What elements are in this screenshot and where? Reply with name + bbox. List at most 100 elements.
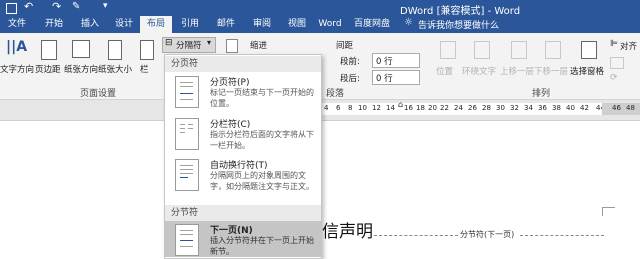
- align-button[interactable]: ⊫ 对齐: [608, 39, 640, 52]
- size-label: 纸张大小: [98, 65, 133, 75]
- ruler-tick: 48: [626, 104, 635, 112]
- breaks-dropdown-menu: 分页符 分页符(P) 标记一页结束与下一页开始的位置。 分栏符(C) 指示分栏符…: [164, 54, 322, 259]
- tab-review[interactable]: 审阅: [244, 16, 280, 33]
- page-breaks-header: 分页符: [165, 56, 321, 72]
- ruler-tick: 8: [348, 104, 353, 112]
- ruler-tick: 4: [324, 104, 329, 112]
- lightbulb-icon: ☼: [404, 17, 413, 28]
- tab-mailings[interactable]: 邮件: [208, 16, 244, 33]
- send-backward-icon: [545, 41, 561, 59]
- tab-layout[interactable]: 布局: [140, 16, 172, 33]
- send-backward-button[interactable]: 下移一层: [534, 39, 570, 79]
- next-page-section-icon: [175, 224, 199, 256]
- indent-label: 缩进: [250, 41, 268, 51]
- ruler-tick: 40: [566, 104, 575, 112]
- format-painter-icon[interactable]: ✎: [72, 1, 80, 12]
- section-breaks-header: 分节符: [165, 205, 321, 221]
- spacing-before-input[interactable]: 0 行: [372, 53, 420, 68]
- bring-forward-button[interactable]: 上移一层: [500, 39, 536, 79]
- columns-button[interactable]: 栏: [136, 37, 156, 77]
- menu-item-next-page[interactable]: 下一页(N) 插入分节符并在下一页上开始新节。: [165, 221, 321, 257]
- ruler-tick: 6: [336, 104, 341, 112]
- indent-marker-icon[interactable]: ⌂: [398, 100, 403, 109]
- wrap-text-icon: [474, 41, 490, 59]
- ruler-tick: 36: [538, 104, 547, 112]
- breaks-button[interactable]: ⊟ 分隔符 ▾: [162, 37, 216, 53]
- align-icon: ⊫: [610, 39, 618, 49]
- ruler-tick: 26: [468, 104, 477, 112]
- group-icon[interactable]: [610, 57, 624, 69]
- ruler-tick: 22: [440, 104, 449, 112]
- ruler-track: [320, 103, 640, 115]
- tab-references[interactable]: 引用: [172, 16, 208, 33]
- tab-word[interactable]: Word: [312, 16, 348, 33]
- arrange-group-label: 排列: [532, 89, 551, 99]
- tab-baidu-netdisk[interactable]: 百度网盘: [348, 16, 396, 33]
- margin-corner-mark: [602, 207, 615, 216]
- undo-icon[interactable]: ↶: [24, 0, 33, 13]
- text-wrapping-break-icon: [175, 159, 199, 191]
- margins-button[interactable]: 页边距: [34, 37, 62, 77]
- orientation-label: 纸张方向: [64, 65, 99, 75]
- redo-icon[interactable]: ↷: [52, 0, 61, 13]
- spacing-before-label: 段前:: [340, 57, 360, 67]
- ruler-tick: 14: [386, 104, 395, 112]
- spacing-label: 间距: [336, 41, 354, 51]
- ruler-tick: 38: [552, 104, 561, 112]
- orientation-icon: [72, 40, 90, 58]
- columns-label: 栏: [140, 65, 149, 75]
- tab-insert[interactable]: 插入: [72, 16, 108, 33]
- wrap-text-button[interactable]: 环绕文字: [462, 39, 500, 79]
- tab-home[interactable]: 开始: [36, 16, 72, 33]
- ruler-tick: 18: [416, 104, 425, 112]
- document-text: 信声明: [322, 222, 373, 242]
- section-break-line-left: [374, 235, 458, 236]
- bring-forward-label: 上移一层: [500, 67, 535, 77]
- selection-pane-button[interactable]: 选择窗格: [570, 39, 606, 79]
- spacing-after-value: 0 行: [376, 74, 393, 84]
- customize-quick-access-icon[interactable]: ▾: [103, 1, 108, 11]
- tab-view[interactable]: 视图: [280, 16, 314, 33]
- tell-me-search[interactable]: 告诉我你想要做什么: [418, 18, 499, 31]
- menu-item-description: 插入分节符并在下一页上开始新节。: [210, 236, 314, 256]
- save-icon[interactable]: [6, 3, 17, 14]
- orientation-button[interactable]: 纸张方向: [64, 37, 99, 77]
- bring-forward-icon: [511, 41, 527, 59]
- ruler-tick: 28: [482, 104, 491, 112]
- rotate-icon[interactable]: ⟳: [610, 73, 618, 83]
- column-break-icon: [175, 118, 199, 150]
- size-button[interactable]: 纸张大小: [98, 37, 132, 77]
- menu-item-page-break[interactable]: 分页符(P) 标记一页结束与下一页开始的位置。: [165, 72, 321, 112]
- paragraph-group-label: 段落: [326, 89, 345, 99]
- ribbon-tab-bar: 文件 开始 插入 设计 布局 引用 邮件 审阅 视图 Word 百度网盘 ☼ 告…: [0, 16, 640, 33]
- menu-item-description: 分隔网页上的对象周围的文字，如分隔题注文字与正文。: [210, 171, 314, 191]
- ruler-tick: 16: [404, 104, 413, 112]
- send-backward-label: 下移一层: [534, 67, 569, 77]
- page-break-icon: [175, 76, 199, 108]
- tab-design[interactable]: 设计: [106, 16, 142, 33]
- title-bar: ↶ ↷ ✎ ▾ DWord [兼容模式] - Word: [0, 0, 640, 17]
- ruler-tick: 42: [580, 104, 589, 112]
- columns-icon: [140, 40, 154, 60]
- spacing-after-input[interactable]: 0 行: [372, 70, 420, 85]
- ruler-tick: 30: [496, 104, 505, 112]
- line-numbers-icon[interactable]: [226, 39, 238, 53]
- text-direction-icon: ||A: [6, 39, 28, 55]
- paper-size-icon: [108, 40, 122, 60]
- spacing-before-value: 0 行: [376, 57, 393, 67]
- menu-item-column-break[interactable]: 分栏符(C) 指示分栏符后面的文字将从下一栏开始。: [165, 114, 321, 154]
- text-direction-button[interactable]: ||A 文字方向: [0, 37, 35, 77]
- margins-label: 页边距: [35, 65, 61, 75]
- ruler-tick: 20: [428, 104, 437, 112]
- margins-icon: [41, 40, 57, 60]
- position-button[interactable]: 位置: [432, 39, 462, 79]
- page-setup-group-label: 页面设置: [80, 89, 117, 99]
- selection-pane-icon: [581, 41, 597, 59]
- ruler-tick: 46: [612, 104, 621, 112]
- position-icon: [440, 41, 456, 59]
- tab-file[interactable]: 文件: [0, 16, 34, 33]
- text-direction-label: 文字方向: [0, 65, 35, 75]
- align-label: 对齐: [620, 42, 638, 52]
- menu-item-text-wrapping-break[interactable]: 自动换行符(T) 分隔网页上的对象周围的文字，如分隔题注文字与正文。: [165, 155, 321, 201]
- breaks-icon: ⊟: [165, 38, 173, 48]
